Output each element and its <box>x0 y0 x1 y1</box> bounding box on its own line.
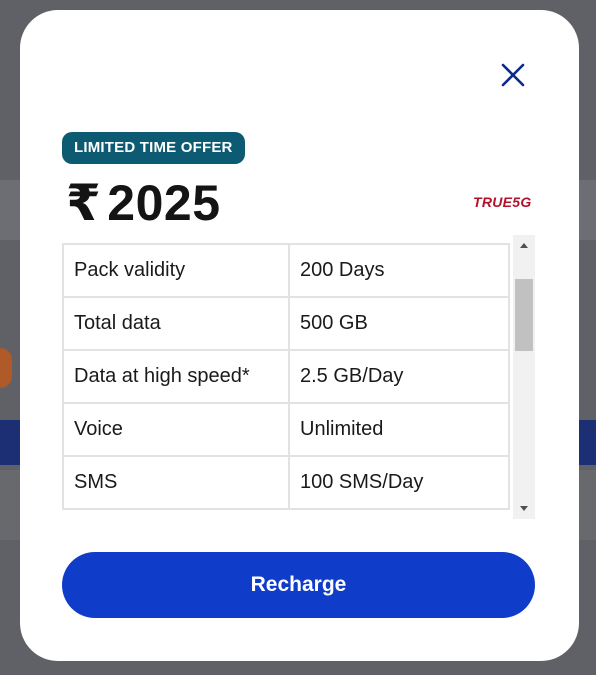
benefit-label: Data at high speed* <box>62 349 290 404</box>
benefits-table-container: Pack validity 200 Days Total data 500 GB… <box>62 243 535 519</box>
scroll-up-button[interactable] <box>513 235 535 255</box>
table-row: Pack validity 200 Days <box>62 243 510 298</box>
benefits-table: Pack validity 200 Days Total data 500 GB… <box>62 243 510 510</box>
arrow-down-icon <box>520 506 528 511</box>
benefit-value: 500 GB <box>288 296 510 351</box>
benefit-value: 100 SMS/Day <box>288 455 510 510</box>
table-row: Voice Unlimited <box>62 402 510 457</box>
true5g-logo: TRUE5G <box>473 194 532 210</box>
offer-badge: LIMITED TIME OFFER <box>62 132 245 164</box>
benefit-label: Pack validity <box>62 243 290 298</box>
table-scrollbar[interactable] <box>513 235 535 519</box>
scroll-down-button[interactable] <box>513 499 535 519</box>
benefit-value: Unlimited <box>288 402 510 457</box>
benefit-label: Total data <box>62 296 290 351</box>
benefit-value: 2.5 GB/Day <box>288 349 510 404</box>
table-row: Data at high speed* 2.5 GB/Day <box>62 349 510 404</box>
scrollbar-thumb[interactable] <box>515 279 533 351</box>
table-row: SMS 100 SMS/Day <box>62 455 510 510</box>
price-amount: 2025 <box>107 175 221 231</box>
close-icon <box>501 63 525 87</box>
benefit-value: 200 Days <box>288 243 510 298</box>
recharge-button[interactable]: Recharge <box>62 552 535 618</box>
benefit-label: Voice <box>62 402 290 457</box>
benefit-label: SMS <box>62 455 290 510</box>
close-button[interactable] <box>496 58 530 92</box>
currency-symbol: ₹ <box>66 175 102 231</box>
plan-price: ₹2025 <box>66 174 221 232</box>
backdrop-element <box>0 348 12 388</box>
arrow-up-icon <box>520 243 528 248</box>
plan-details-modal: LIMITED TIME OFFER ₹2025 TRUE5G Pack val… <box>20 10 579 661</box>
table-row: Total data 500 GB <box>62 296 510 351</box>
